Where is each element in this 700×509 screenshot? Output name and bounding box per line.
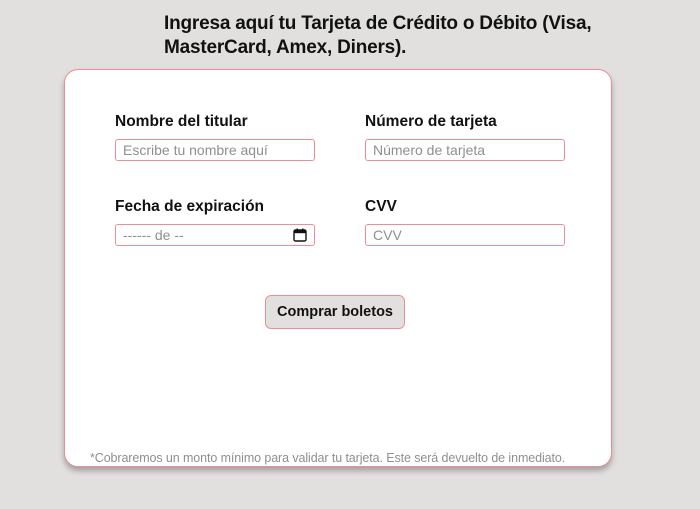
card-number-label: Número de tarjeta (365, 113, 497, 130)
cardholder-name-field: Nombre del titular (115, 113, 317, 161)
calendar-icon[interactable] (293, 228, 307, 242)
expiration-date-field: Fecha de expiración ------ de -- (115, 198, 317, 246)
expiration-date-label: Fecha de expiración (115, 198, 265, 215)
expiration-date-display: ------ de -- (123, 227, 184, 243)
page-heading: Ingresa aquí tu Tarjeta de Crédito o Déb… (164, 13, 592, 58)
validation-footnote: *Cobraremos un monto mínimo para validar… (90, 451, 566, 465)
card-number-input[interactable] (365, 139, 565, 161)
card-number-field: Número de tarjeta (365, 113, 567, 161)
buy-tickets-button[interactable]: Comprar boletos (265, 295, 405, 329)
cvv-field: CVV (365, 198, 567, 246)
expiration-date-input[interactable]: ------ de -- (115, 224, 315, 246)
payment-form-card: Nombre del titular Número de tarjeta Fec… (64, 69, 612, 467)
cardholder-name-input[interactable] (115, 139, 315, 161)
cvv-label: CVV (365, 198, 397, 215)
cvv-input[interactable] (365, 224, 565, 246)
cardholder-name-label: Nombre del titular (115, 113, 248, 130)
